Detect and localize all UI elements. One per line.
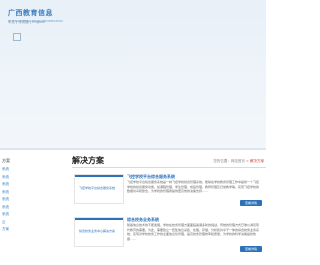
solution-thumbnail[interactable]: 飞控学校平台综合服务系统 xyxy=(74,174,124,204)
solution-description: 随着信息技术的不断发展，学校在校务管理方面面临着诸多新的挑战，传统的管理方式已难… xyxy=(127,223,260,241)
thumbnail-accent-bar xyxy=(75,175,123,177)
sidebar-item[interactable]: 系统 xyxy=(2,190,50,195)
breadcrumb-current[interactable]: 解决方案 xyxy=(250,159,264,163)
solution-item: 综合校务业务中心解决方案 综合校务业务系统 随着信息技术的不断发展，学校在校务管… xyxy=(72,215,262,255)
sidebar-item[interactable]: 系统 xyxy=(2,205,50,210)
section-header: 解决方案 您的位置：网站首页 > 解决方案 xyxy=(72,155,266,168)
thumbnail-caption: 飞控学校平台综合服务系统 xyxy=(79,186,116,190)
banner-placeholder-icon xyxy=(13,33,21,41)
hero-divider xyxy=(0,148,266,150)
language-switch[interactable]: 中文 | 手机版 | English xyxy=(8,20,45,25)
page-title: 解决方案 xyxy=(72,156,104,165)
sidebar-item[interactable]: 系统 xyxy=(2,212,50,217)
sidebar-title: 方案 xyxy=(2,158,10,163)
sidebar-item[interactable]: 云 xyxy=(2,220,50,225)
thumbnail-caption: 综合校务业务中心解决方案 xyxy=(79,229,116,233)
breadcrumb: 您的位置：网站首页 > 解决方案 xyxy=(213,159,264,164)
sidebar: 方案 系统 系统 系统 系统 系统 系统 系统 云 方案 xyxy=(0,155,50,265)
breadcrumb-prefix: 您的位置： xyxy=(213,159,231,163)
breadcrumb-home-link[interactable]: 网站首页 xyxy=(231,159,245,163)
sidebar-item[interactable]: 系统 xyxy=(2,167,50,172)
sidebar-item[interactable]: 系统 xyxy=(2,197,50,202)
sidebar-item[interactable]: 系统 xyxy=(2,182,50,187)
sidebar-item[interactable]: 方案 xyxy=(2,227,50,232)
solution-thumbnail[interactable]: 综合校务业务中心解决方案 xyxy=(74,217,124,247)
view-details-button[interactable]: 查看详情 xyxy=(240,246,262,252)
main-content: 解决方案 您的位置：网站首页 > 解决方案 飞控学校平台综合服务系统 飞控学校平… xyxy=(72,155,266,265)
solution-description: 飞控学校平台综合服务系统是一种飞控学校综合管理系统，能够在学校教务管理工作中提供… xyxy=(127,180,260,193)
view-details-button[interactable]: 查看详情 xyxy=(240,200,262,206)
sidebar-item[interactable]: 系统 xyxy=(2,175,50,180)
hero-banner: 广西教育信息 GUANGXI EDUCATION INFORMATION 中文 … xyxy=(0,0,266,150)
thumbnail-accent-bar xyxy=(75,218,123,220)
solution-item: 飞控学校平台综合服务系统 飞控学校平台综合服务系统 飞控学校平台综合服务系统是一… xyxy=(72,172,262,212)
logo-text-cn: 广西教育信息 xyxy=(8,9,53,17)
